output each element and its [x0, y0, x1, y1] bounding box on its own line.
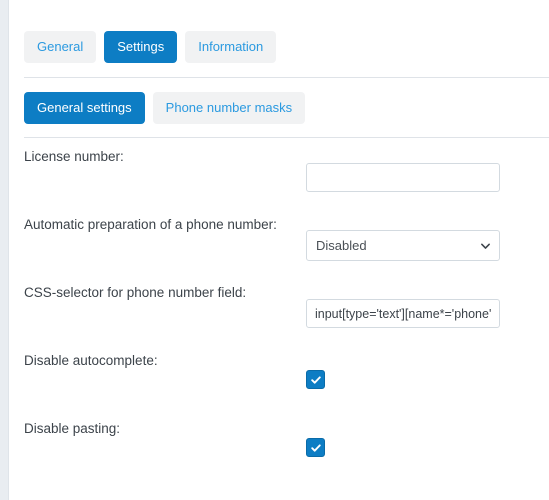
secondary-tab-bar: General settings Phone number masks	[10, 78, 549, 124]
css-selector-input[interactable]	[306, 299, 500, 328]
license-number-input[interactable]	[306, 163, 500, 192]
control-css-selector	[306, 285, 549, 328]
form-row-disable-autocomplete: Disable autocomplete:	[10, 353, 549, 399]
control-disable-autocomplete	[306, 353, 549, 389]
general-settings-form: License number: Automatic preparation of…	[10, 138, 549, 467]
label-css-selector: CSS-selector for phone number field:	[24, 285, 247, 300]
control-license-number	[306, 149, 549, 192]
tab-settings[interactable]: Settings	[104, 31, 178, 63]
page-left-edge-strip	[0, 0, 9, 500]
control-auto-preparation: Disabled	[306, 217, 549, 261]
control-disable-pasting	[306, 421, 549, 457]
label-auto-preparation: Automatic preparation of a phone number:	[24, 217, 277, 232]
tab-general[interactable]: General	[24, 31, 97, 63]
form-row-license-number: License number:	[10, 149, 549, 195]
label-disable-autocomplete: Disable autocomplete:	[24, 353, 158, 368]
form-row-auto-preparation: Automatic preparation of a phone number:…	[10, 217, 549, 263]
disable-autocomplete-checkbox[interactable]	[306, 370, 325, 389]
auto-preparation-selected-value: Disabled	[316, 238, 367, 253]
disable-pasting-checkbox[interactable]	[306, 438, 325, 457]
form-row-disable-pasting: Disable pasting:	[10, 421, 549, 467]
tab-phone-number-masks[interactable]: Phone number masks	[152, 92, 306, 124]
settings-page: General Settings Information General set…	[10, 0, 549, 500]
label-license-number: License number:	[24, 149, 124, 164]
primary-tab-bar: General Settings Information	[10, 0, 549, 63]
auto-preparation-select[interactable]: Disabled	[306, 230, 500, 261]
tab-information[interactable]: Information	[185, 31, 277, 63]
label-disable-pasting: Disable pasting:	[24, 421, 121, 436]
check-icon	[310, 443, 321, 452]
tab-general-settings[interactable]: General settings	[24, 92, 145, 124]
check-icon	[310, 375, 321, 384]
auto-preparation-select-wrapper: Disabled	[306, 230, 500, 261]
form-row-css-selector: CSS-selector for phone number field:	[10, 285, 549, 331]
